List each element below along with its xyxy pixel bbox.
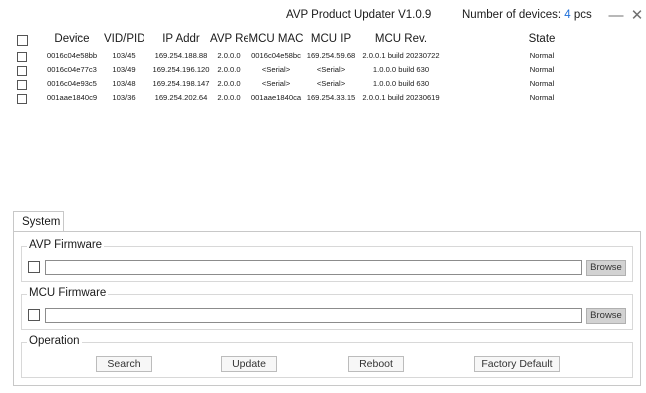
cell-mcu-mac: 001aae1840ca [250,93,302,102]
tab-system[interactable]: System [13,211,64,232]
avp-firmware-checkbox[interactable] [28,261,40,273]
mcu-firmware-browse-button[interactable]: Browse [586,308,626,324]
cell-ip-addr: 169.254.196.120 [152,65,210,74]
cell-state: Normal [529,65,555,74]
cell-device: 0016c04e58bb [46,51,98,60]
column-header-ip-addr[interactable]: IP Addr [144,33,218,45]
cell-vid-pid: 103/36 [112,93,136,102]
factory-default-button[interactable]: Factory Default [474,356,560,372]
column-header-state[interactable]: State [444,33,640,45]
device-count-label: Number of devices: [462,9,562,21]
row-checkbox[interactable] [17,52,27,62]
cell-vid-pid: 103/45 [112,51,136,60]
table-row[interactable]: 0016c04e93c5 103/48 169.254.198.147 2.0.… [10,78,640,92]
cell-mcu-ip: 169.254.59.68 [306,51,356,60]
table-row[interactable]: 0016c04e58bb 103/45 169.254.188.88 2.0.0… [10,50,640,64]
mcu-firmware-checkbox[interactable] [28,309,40,321]
cell-avp-rev: 2.0.0.0 [217,65,241,74]
column-header-mcu-mac[interactable]: MCU MAC [248,33,304,45]
row-checkbox[interactable] [17,94,27,104]
mcu-firmware-legend: MCU Firmware [27,287,109,299]
cell-mcu-mac: 0016c04e58bc [251,51,301,60]
cell-mcu-mac: <Serial> [261,79,291,88]
cell-mcu-ip: 169.254.33.15 [306,93,356,102]
column-header-avp-rev[interactable]: AVP Rev [210,33,248,45]
cell-avp-rev: 2.0.0.0 [217,51,241,60]
cell-ip-addr: 169.254.198.147 [152,79,210,88]
minimize-icon[interactable]: — [606,6,626,26]
avp-firmware-group: AVP Firmware Browse [21,239,633,282]
table-row[interactable]: 001aae1840c9 103/36 169.254.202.64 2.0.0… [10,92,640,106]
cell-vid-pid: 103/48 [112,79,136,88]
row-checkbox[interactable] [17,80,27,90]
column-header-mcu-ip[interactable]: MCU IP [304,33,358,45]
cell-mcu-rev: 2.0.0.1 build 20230619 [362,93,440,102]
device-table: ︿ Device VID/PID IP Addr AVP Rev MCU MAC… [10,30,640,207]
cell-device: 001aae1840c9 [46,93,98,102]
cell-mcu-ip: <Serial> [316,65,346,74]
cell-vid-pid: 103/49 [112,65,136,74]
column-header-device[interactable]: Device [40,33,104,45]
device-count: Number of devices: 4 pcs [462,9,592,21]
avp-firmware-browse-button[interactable]: Browse [586,260,626,276]
close-icon[interactable]: ✕ [627,6,646,26]
search-button[interactable]: Search [96,356,152,372]
select-all-checkbox[interactable] [17,35,28,46]
device-count-unit: pcs [573,9,592,21]
avp-firmware-path-input[interactable] [45,260,582,275]
column-header-mcu-rev[interactable]: MCU Rev. [358,33,444,45]
cell-ip-addr: 169.254.202.64 [154,93,208,102]
update-button[interactable]: Update [221,356,277,372]
operation-group: Operation Search Update Reboot Factory D… [21,335,633,378]
mcu-firmware-group: MCU Firmware Browse [21,287,633,330]
cell-mcu-ip: <Serial> [316,79,346,88]
cell-state: Normal [529,51,555,60]
table-row[interactable]: 0016c04e77c3 103/49 169.254.196.120 2.0.… [10,64,640,78]
operation-legend: Operation [27,335,82,347]
cell-state: Normal [529,79,555,88]
cell-device: 0016c04e77c3 [47,65,97,74]
column-header-vid-pid[interactable]: VID/PID [104,33,144,45]
title-bar: AVP Product Updater V1.0.9 Number of dev… [0,0,646,32]
cell-mcu-mac: <Serial> [261,65,291,74]
cell-ip-addr: 169.254.188.88 [154,51,208,60]
cell-avp-rev: 2.0.0.0 [217,79,241,88]
cell-avp-rev: 2.0.0.0 [217,93,241,102]
avp-firmware-legend: AVP Firmware [27,239,105,251]
reboot-button[interactable]: Reboot [348,356,404,372]
window-title: AVP Product Updater V1.0.9 [286,9,432,21]
system-tab-panel: AVP Firmware Browse MCU Firmware Browse … [13,231,641,386]
row-checkbox[interactable] [17,66,27,76]
mcu-firmware-path-input[interactable] [45,308,582,323]
device-count-value: 4 [564,9,571,21]
cell-state: Normal [529,93,555,102]
cell-mcu-rev: 1.0.0.0 build 630 [372,65,430,74]
cell-mcu-rev: 2.0.0.1 build 20230722 [362,51,440,60]
table-header: ︿ Device VID/PID IP Addr AVP Rev MCU MAC… [10,30,640,48]
cell-device: 0016c04e93c5 [47,79,97,88]
cell-mcu-rev: 1.0.0.0 build 630 [372,79,430,88]
